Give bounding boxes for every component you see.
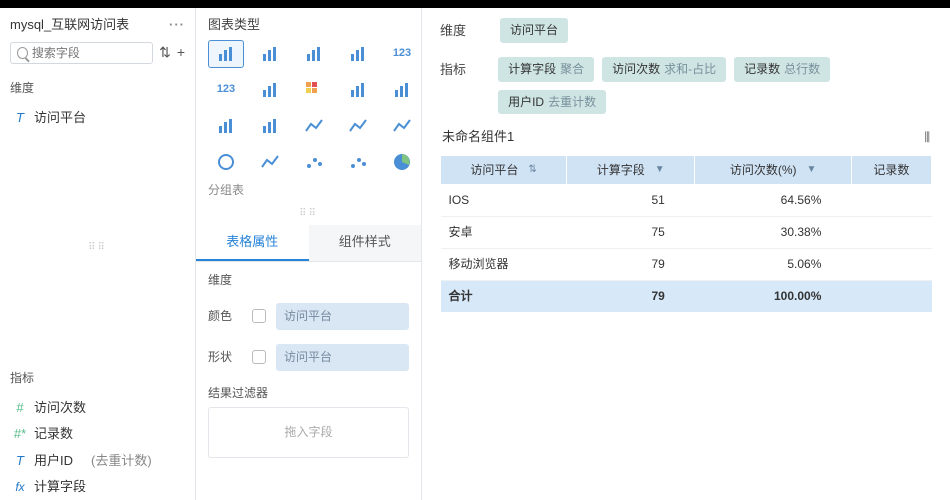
- dim-chip-platform[interactable]: 访问平台: [500, 18, 568, 43]
- table-total-row: 合计79100.00%: [441, 280, 932, 311]
- field-calc[interactable]: fx计算字段: [10, 474, 185, 500]
- sort-icon[interactable]: ⇅: [159, 43, 171, 63]
- chart-type-bar-stack[interactable]: [252, 112, 288, 140]
- prop-shape-label: 形状: [208, 349, 242, 366]
- divider-grip[interactable]: ⠿⠿: [10, 131, 185, 364]
- col-header[interactable]: 访问次数(%)▼: [695, 155, 852, 185]
- shape-picker-icon[interactable]: [252, 350, 266, 364]
- widget-config-icon[interactable]: ⫼: [924, 129, 930, 146]
- measure-label: 指标: [10, 370, 185, 387]
- search-input[interactable]: [10, 42, 153, 64]
- chart-type-column[interactable]: [384, 76, 420, 104]
- meas-chip-记录数[interactable]: 记录数总行数: [734, 57, 830, 82]
- group-table-label: 分组表: [196, 180, 421, 205]
- chart-type-bubble[interactable]: [340, 148, 376, 176]
- chart-type-area[interactable]: [384, 112, 420, 140]
- field-platform[interactable]: T访问平台: [10, 105, 185, 131]
- chart-types-title: 图表类型: [196, 8, 421, 40]
- chart-type-sparkline[interactable]: [252, 148, 288, 176]
- col-header[interactable]: 记录数: [851, 155, 931, 185]
- shelf-dimension-label: 维度: [440, 18, 500, 40]
- col-header[interactable]: 访问平台⇅: [441, 155, 567, 185]
- result-filter-title: 结果过滤器: [196, 375, 421, 408]
- chart-type-num-grid[interactable]: 123: [208, 76, 244, 104]
- search-icon: [17, 47, 28, 59]
- prop-dimension-label: 维度: [208, 272, 242, 289]
- shape-bound-field[interactable]: 访问平台: [276, 344, 409, 371]
- meas-chip-访问次数[interactable]: 访问次数求和-占比: [602, 57, 726, 82]
- shelf-measure-label: 指标: [440, 57, 498, 79]
- meas-chip-用户ID[interactable]: 用户ID去重计数: [498, 90, 606, 115]
- field-records[interactable]: #*记录数: [10, 421, 185, 447]
- chart-type-kpi-tiles[interactable]: [340, 40, 376, 68]
- col-header[interactable]: 计算字段▼: [567, 155, 695, 185]
- table-row[interactable]: 移动浏览器795.06%: [441, 248, 932, 280]
- prop-color-label: 颜色: [208, 308, 242, 325]
- tab-component-style[interactable]: 组件样式: [309, 225, 422, 261]
- tab-table-props[interactable]: 表格属性: [196, 225, 309, 261]
- panel-grip[interactable]: ⠿⠿: [196, 205, 421, 223]
- chart-type-line-multi[interactable]: [296, 112, 332, 140]
- field-userid[interactable]: T用户ID(去重计数): [10, 448, 185, 474]
- source-menu-icon[interactable]: ···: [169, 16, 185, 34]
- dimension-label: 维度: [10, 80, 185, 97]
- chart-type-number[interactable]: 123: [384, 40, 420, 68]
- chart-type-col-stack[interactable]: [208, 112, 244, 140]
- chart-type-line[interactable]: [340, 112, 376, 140]
- data-table: 访问平台⇅计算字段▼访问次数(%)▼记录数 IOS5164.56%安卓7530.…: [440, 155, 932, 312]
- add-field-icon[interactable]: +: [177, 43, 185, 63]
- datasource-title: mysql_互联网访问表: [10, 16, 169, 34]
- chart-type-pie[interactable]: [384, 148, 420, 176]
- meas-chip-计算字段[interactable]: 计算字段聚合: [498, 57, 594, 82]
- table-row[interactable]: IOS5164.56%: [441, 185, 932, 217]
- chart-type-heatgrid[interactable]: [296, 76, 332, 104]
- widget-title[interactable]: 未命名组件1: [442, 128, 514, 146]
- chart-type-gauge[interactable]: [208, 148, 244, 176]
- table-row[interactable]: 安卓7530.38%: [441, 217, 932, 249]
- chart-type-pivot[interactable]: [252, 76, 288, 104]
- filter-drop-zone[interactable]: 拖入字段: [208, 407, 409, 458]
- chart-type-matrix[interactable]: [296, 40, 332, 68]
- chart-type-scatter[interactable]: [296, 148, 332, 176]
- chart-type-grid[interactable]: [252, 40, 288, 68]
- color-picker-icon[interactable]: [252, 309, 266, 323]
- color-bound-field[interactable]: 访问平台: [276, 303, 409, 330]
- chart-type-table[interactable]: [208, 40, 244, 68]
- chart-type-column-grouped[interactable]: [340, 76, 376, 104]
- field-visits[interactable]: #访问次数: [10, 395, 185, 421]
